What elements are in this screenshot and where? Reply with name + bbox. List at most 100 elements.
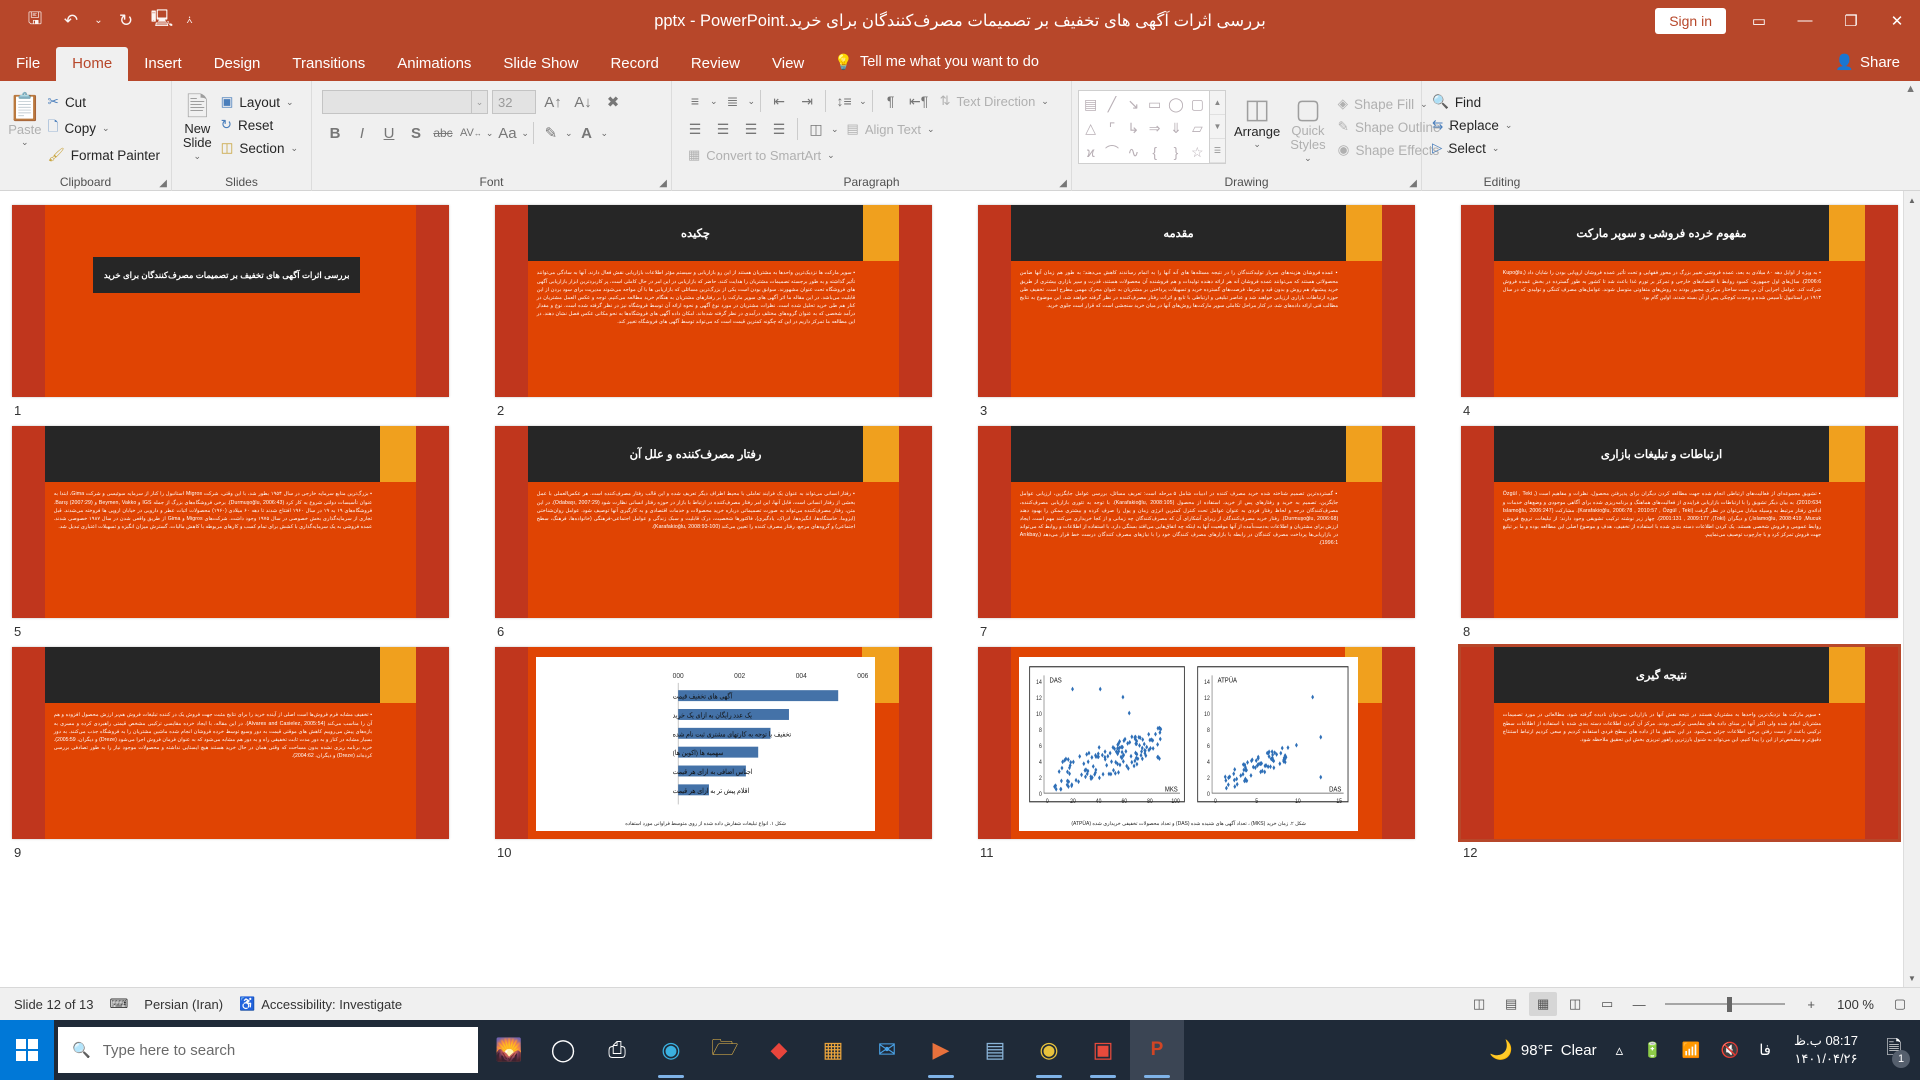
- customize-qat-icon[interactable]: ⩑: [181, 6, 198, 36]
- ribbon-display-options-icon[interactable]: ▭: [1736, 0, 1782, 41]
- slide-thumbnail-7[interactable]: گسترده‌ترین تصمیم شناخته شده خرید مصرف ک…: [978, 426, 1415, 618]
- shape-rounded-rect-icon[interactable]: ▢: [1187, 92, 1208, 116]
- shape-elbow-connector-icon[interactable]: ⌜: [1101, 116, 1122, 140]
- chevron-down-icon[interactable]: ⌄: [1505, 120, 1513, 131]
- mail-icon[interactable]: ✉: [860, 1020, 914, 1080]
- tab-home[interactable]: Home: [56, 47, 128, 81]
- increase-font-size-button[interactable]: A↑: [540, 89, 566, 115]
- decrease-font-size-button[interactable]: A↓: [570, 89, 596, 115]
- normal-view-button[interactable]: ▤: [1497, 992, 1525, 1016]
- find-button[interactable]: 🔍 Find: [1428, 92, 1519, 112]
- tab-record[interactable]: Record: [594, 47, 674, 81]
- chrome-icon[interactable]: ◉: [1022, 1020, 1076, 1080]
- share-button[interactable]: 👤 Share: [1815, 44, 1920, 81]
- scroll-down-icon[interactable]: ▼: [1904, 969, 1920, 987]
- bullets-icon[interactable]: ≡: [682, 89, 708, 113]
- section-button[interactable]: ◫ Section ⌄: [217, 138, 305, 158]
- slide-thumbnail-1[interactable]: بررسی اثرات آگهی های تخفیف بر تصمیمات مص…: [12, 205, 449, 397]
- show-hidden-icons-icon[interactable]: ▵: [1607, 1041, 1633, 1059]
- clipboard-dialog-launcher-icon[interactable]: ◢: [159, 178, 167, 189]
- search-input[interactable]: 🔍 Type here to search: [58, 1027, 478, 1073]
- chevron-down-icon[interactable]: ⌄: [486, 128, 494, 139]
- numbering-icon[interactable]: ≣: [720, 89, 746, 113]
- zoom-level[interactable]: 100 %: [1829, 994, 1882, 1015]
- spellcheck-icon[interactable]: ⌨: [102, 993, 137, 1015]
- adobe-icon[interactable]: ◆: [752, 1020, 806, 1080]
- align-right-icon[interactable]: ☰: [738, 117, 764, 141]
- shapes-gallery[interactable]: ▤ ╱ ↘ ▭ ◯ ▢ △ ⌜ ↳ ⇒ ⇓ ▱ ϰ ⌒ ∿ { } ☆: [1078, 90, 1210, 164]
- chevron-down-icon[interactable]: ⌄: [565, 128, 573, 139]
- chevron-down-icon[interactable]: ⌄: [831, 124, 839, 135]
- volume-muted-icon[interactable]: 🔇: [1712, 1041, 1749, 1059]
- slide-thumbnail-3[interactable]: مقدمه عمده فروشان هزینه‌های سربار تولیدک…: [978, 205, 1415, 397]
- slide-sorter-view-button[interactable]: ▦: [1529, 992, 1557, 1016]
- select-button[interactable]: ▷ Select ⌄: [1428, 138, 1519, 158]
- character-spacing-button[interactable]: AV ↔: [457, 120, 485, 146]
- shape-line-icon[interactable]: ╱: [1101, 92, 1122, 116]
- quick-styles-button[interactable]: ▢ Quick Styles ⌄: [1288, 90, 1327, 168]
- close-icon[interactable]: ✕: [1874, 0, 1920, 41]
- strikethrough-button[interactable]: abc: [430, 120, 456, 146]
- slide-thumbnail-11[interactable]: 0 2 4 6 8 10 12 14 0 20 40 60 80 100 DAS MKS 0 2 4 6 8 10 12 1…: [978, 647, 1415, 839]
- justify-icon[interactable]: ☰: [766, 117, 792, 141]
- weather-widget[interactable]: 🌙 98°F Clear: [1481, 1038, 1604, 1062]
- reset-button[interactable]: ↻ Reset: [217, 115, 305, 135]
- undo-dropdown-icon[interactable]: ⌄: [90, 6, 107, 36]
- zoom-in-button[interactable]: +: [1797, 992, 1825, 1016]
- chevron-down-icon[interactable]: ⌄: [710, 96, 718, 107]
- file-explorer-icon[interactable]: 🗁: [698, 1020, 752, 1080]
- sign-in-button[interactable]: Sign in: [1655, 8, 1726, 34]
- slide-thumbnail-2[interactable]: چکیده سوپر مارکت ها نزدیک‌ترین واحدها به…: [495, 205, 932, 397]
- slide-counter[interactable]: Slide 12 of 13: [6, 994, 102, 1015]
- gallery-scroll-up-icon[interactable]: ▲: [1210, 91, 1225, 115]
- ltr-text-direction-icon[interactable]: ¶: [878, 89, 904, 113]
- zoom-slider[interactable]: [1665, 992, 1785, 1016]
- store-icon[interactable]: ▦: [806, 1020, 860, 1080]
- rtl-text-direction-icon[interactable]: ⇤¶: [906, 89, 932, 113]
- network-icon[interactable]: 📶: [1673, 1041, 1710, 1059]
- slide-thumbnail-6[interactable]: رفتار مصرف‌کننده و علل آن رفتار انسانی م…: [495, 426, 932, 618]
- powerpoint-icon[interactable]: P: [1130, 1020, 1184, 1080]
- accessibility-status[interactable]: ♿ Accessibility: Investigate: [231, 993, 410, 1015]
- line-spacing-icon[interactable]: ↕≡: [831, 89, 857, 113]
- tab-slide-show[interactable]: Slide Show: [487, 47, 594, 81]
- font-dialog-launcher-icon[interactable]: ◢: [659, 178, 667, 189]
- new-slide-button[interactable]: 🖹 New Slide ⌄: [178, 88, 217, 166]
- calculator-icon[interactable]: ▤: [968, 1020, 1022, 1080]
- shapes-gallery-scrollbar[interactable]: ▲ ▼ ☰: [1210, 90, 1226, 164]
- align-center-icon[interactable]: ☰: [710, 117, 736, 141]
- arrange-button[interactable]: ◫ Arrange ⌄: [1232, 90, 1282, 154]
- slideshow-view-button[interactable]: ▭: [1593, 992, 1621, 1016]
- text-direction-button[interactable]: ⇅ Text Direction ⌄: [936, 91, 1056, 111]
- slide-thumbnail-12[interactable]: نتیجه گیری سوپر مارکت ها نزدیک‌ترین واحد…: [1461, 647, 1898, 839]
- tab-design[interactable]: Design: [198, 47, 277, 81]
- gallery-more-icon[interactable]: ☰: [1210, 139, 1225, 163]
- shape-scribble-icon[interactable]: ϰ: [1080, 140, 1101, 164]
- clock[interactable]: 08:17 ب.ظ ۱۴۰۱/۰۴/۲۶: [1782, 1032, 1870, 1067]
- chevron-down-icon[interactable]: ⌄: [748, 96, 756, 107]
- slide-thumbnail-8[interactable]: ارتباطات و تبلیغات بازاری تشویق مجموعه‌ا…: [1461, 426, 1898, 618]
- replace-button[interactable]: ⇆ Replace ⌄: [1428, 115, 1519, 135]
- slide-thumbnail-9[interactable]: تخفیف مشابه فرم فروش‌ها است اصلی از آیند…: [12, 647, 449, 839]
- change-case-button[interactable]: Aa: [494, 120, 520, 146]
- windows-start-icon[interactable]: [0, 1020, 54, 1080]
- italic-button[interactable]: I: [349, 120, 375, 146]
- format-painter-button[interactable]: 🖌 Format Painter: [44, 145, 167, 165]
- notification-icon[interactable]: 🗎 1: [1872, 1020, 1916, 1080]
- clear-formatting-button[interactable]: ✖: [600, 89, 626, 115]
- shape-left-brace-icon[interactable]: {: [1144, 140, 1165, 164]
- shape-oval-icon[interactable]: ◯: [1165, 92, 1186, 116]
- zoom-knob[interactable]: [1727, 997, 1732, 1012]
- shape-triangle-icon[interactable]: △: [1080, 116, 1101, 140]
- shape-right-brace-icon[interactable]: }: [1165, 140, 1186, 164]
- chevron-down-icon[interactable]: ⌄: [601, 128, 609, 139]
- slide-thumbnail-4[interactable]: مفهوم خرده فروشی و سوپر مارکت به ویژه از…: [1461, 205, 1898, 397]
- gallery-scroll-down-icon[interactable]: ▼: [1210, 115, 1225, 139]
- sorter-scrollbar[interactable]: ▲ ▼: [1903, 191, 1920, 987]
- cut-button[interactable]: ✂ Cut: [44, 92, 167, 112]
- increase-indent-icon[interactable]: ⇥: [794, 89, 820, 113]
- columns-icon[interactable]: ◫: [803, 117, 829, 141]
- start-from-beginning-icon[interactable]: 🖳: [145, 6, 179, 36]
- font-color-button[interactable]: A: [574, 120, 600, 146]
- underline-button[interactable]: U: [376, 120, 402, 146]
